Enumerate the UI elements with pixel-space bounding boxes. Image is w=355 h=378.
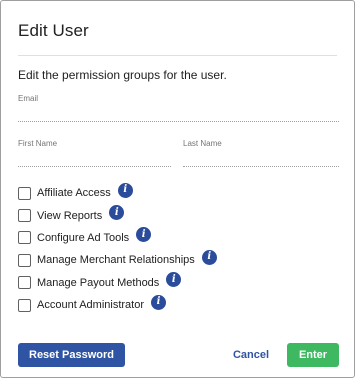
info-icon[interactable]: i	[117, 182, 133, 198]
permission-list: Affiliate Access i View Reports i Config…	[18, 182, 318, 316]
info-icon[interactable]: i	[109, 205, 125, 221]
info-icon[interactable]: i	[201, 249, 217, 265]
permission-label[interactable]: View Reports	[37, 210, 102, 222]
permission-label[interactable]: Manage Payout Methods	[37, 277, 159, 289]
email-field[interactable]	[18, 108, 339, 122]
dialog-title: Edit User	[18, 21, 89, 40]
permission-item-affiliate-access: Affiliate Access i	[18, 182, 318, 204]
info-icon[interactable]: i	[151, 294, 166, 310]
manage-merchant-relationships-checkbox[interactable]	[18, 253, 31, 267]
last-name-field[interactable]	[183, 153, 339, 167]
last-name-label: Last Name	[183, 139, 222, 148]
info-icon[interactable]: i	[166, 272, 182, 288]
cancel-button[interactable]: Cancel	[228, 343, 274, 367]
permission-item-manage-merchant-relationships: Manage Merchant Relationships i	[18, 249, 318, 271]
edit-user-dialog: Edit User Edit the permission groups for…	[0, 0, 355, 378]
permission-item-manage-payout-methods: Manage Payout Methods i	[18, 272, 318, 294]
affiliate-access-checkbox[interactable]	[18, 186, 31, 200]
first-name-label: First Name	[18, 139, 58, 148]
email-label: Email	[18, 94, 39, 103]
view-reports-checkbox[interactable]	[18, 209, 31, 223]
permission-label[interactable]: Manage Merchant Relationships	[37, 254, 195, 266]
configure-ad-tools-checkbox[interactable]	[18, 231, 31, 245]
permission-label[interactable]: Configure Ad Tools	[37, 232, 129, 244]
permission-item-account-administrator: Account Administrator i	[18, 294, 318, 316]
info-icon[interactable]: i	[136, 227, 152, 243]
permission-item-configure-ad-tools: Configure Ad Tools i	[18, 227, 318, 249]
reset-password-button[interactable]: Reset Password	[18, 343, 125, 367]
dialog-description: Edit the permission groups for the user.	[18, 68, 227, 82]
permission-label[interactable]: Account Administrator	[37, 299, 144, 311]
first-name-field[interactable]	[18, 153, 171, 167]
title-divider	[18, 55, 337, 56]
account-administrator-checkbox[interactable]	[18, 298, 31, 312]
manage-payout-methods-checkbox[interactable]	[18, 276, 31, 290]
enter-button[interactable]: Enter	[287, 343, 339, 367]
permission-item-view-reports: View Reports i	[18, 204, 318, 226]
permission-label[interactable]: Affiliate Access	[37, 187, 111, 199]
